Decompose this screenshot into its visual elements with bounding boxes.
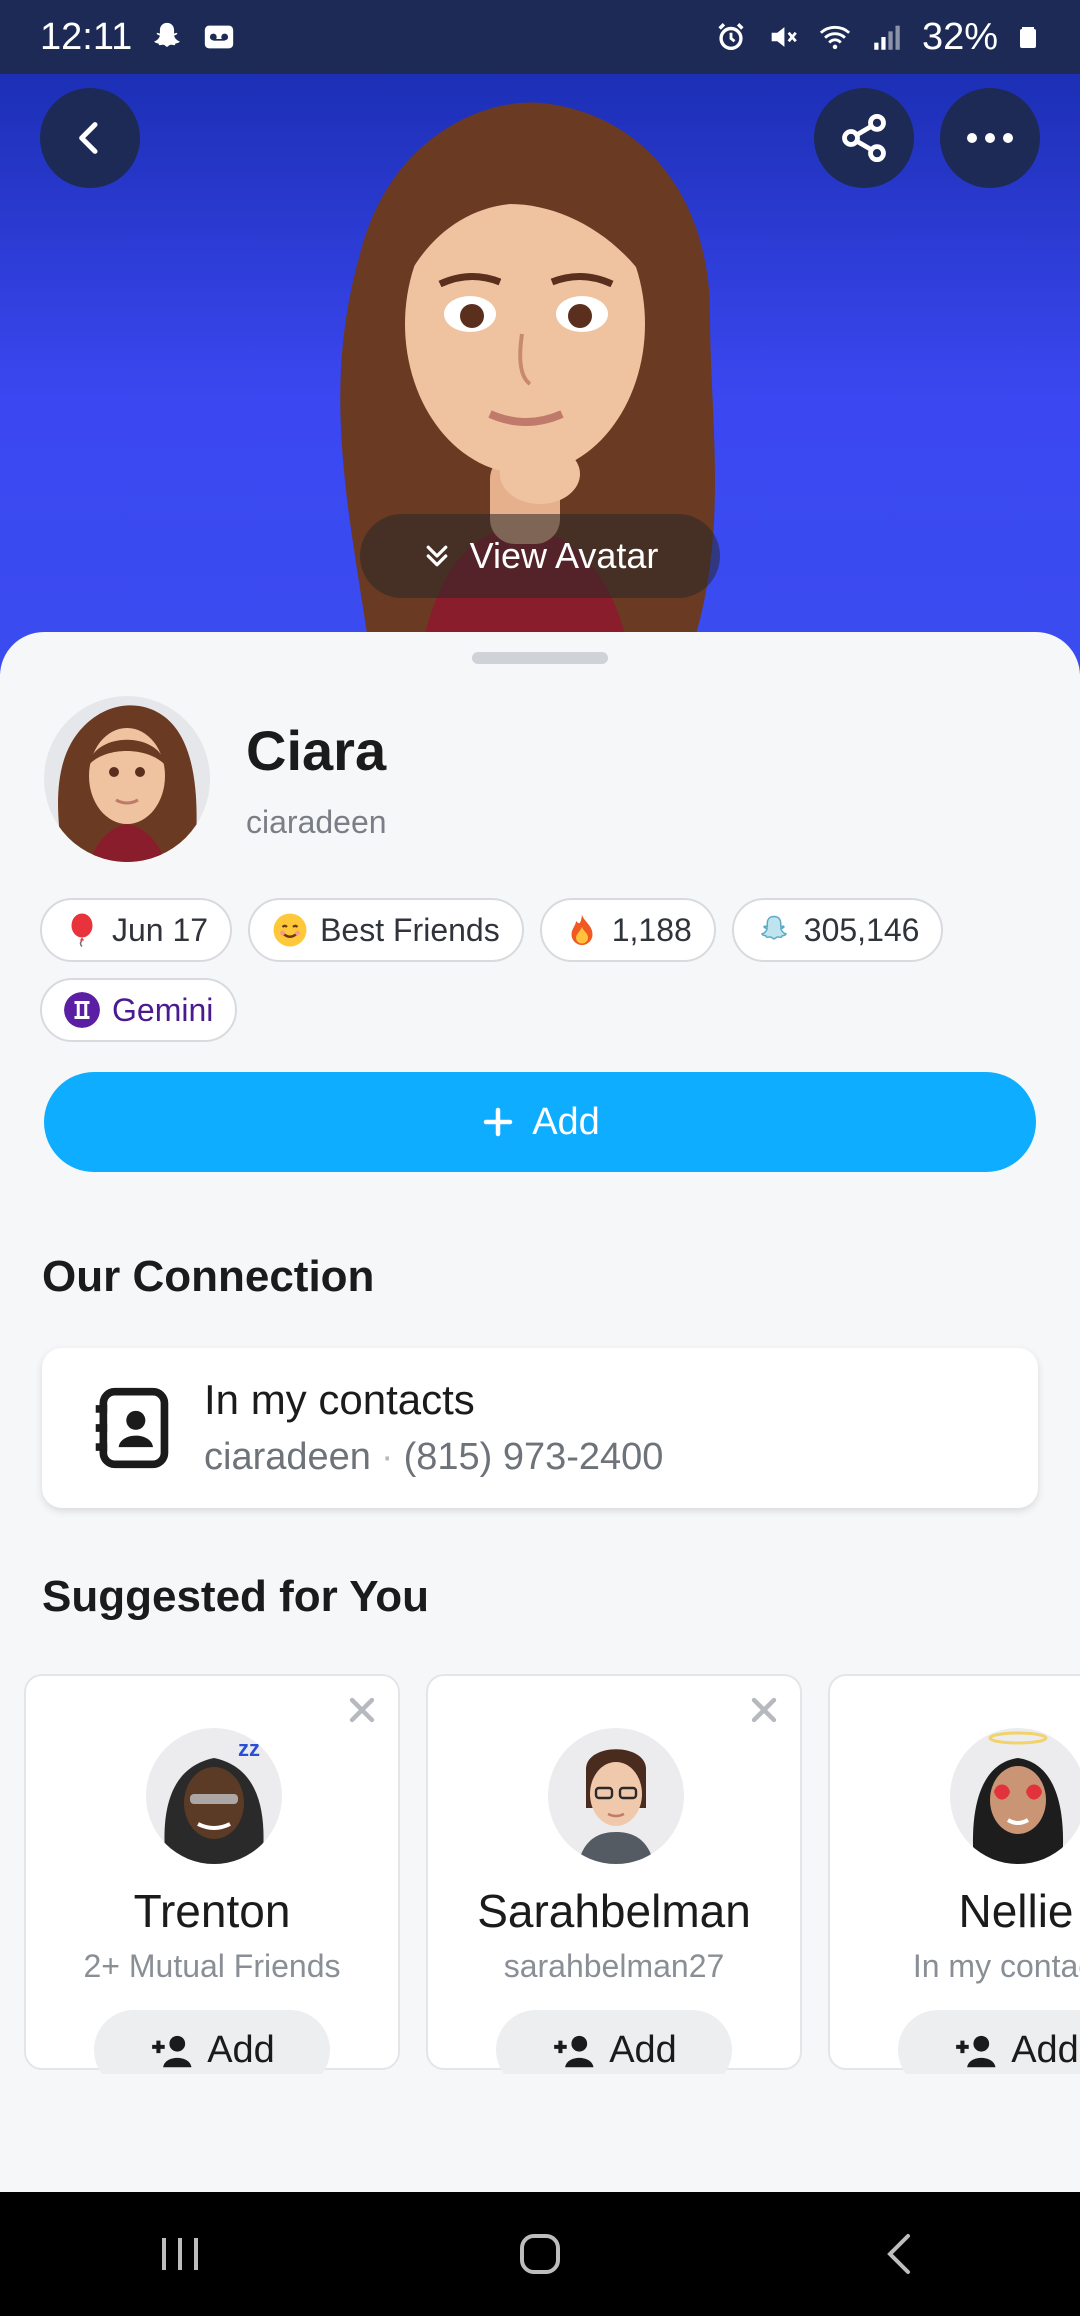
suggestion-name: Nellie <box>958 1885 1074 1937</box>
share-icon <box>842 113 886 163</box>
suggestion-subtitle: 2+ Mutual Friends <box>83 1948 341 1984</box>
home-icon <box>520 2234 560 2274</box>
suggested-heading: Suggested for You <box>42 1572 430 1621</box>
more-options-button[interactable] <box>940 88 1040 188</box>
friendship-chip[interactable]: Best Friends <box>248 898 524 962</box>
friendship-chip-label: Best Friends <box>320 911 500 948</box>
streak-chip-label: 1,188 <box>611 911 692 948</box>
zodiac-chip-label: Gemini <box>112 991 214 1028</box>
profile-sheet: Ciara ciaradeen Jun 17 Best Friends 1,18… <box>0 632 1080 2192</box>
add-friend-icon <box>554 2035 594 2068</box>
more-icon <box>967 133 1013 143</box>
avatar <box>950 1728 1080 1864</box>
contacts-book-icon <box>95 1387 169 1469</box>
share-button[interactable] <box>814 88 914 188</box>
system-back-button[interactable] <box>840 2214 960 2294</box>
profile-name: Ciara <box>246 719 387 782</box>
profile-chips: Jun 17 Best Friends 1,188 305,146 Gemini <box>40 898 1040 1042</box>
gemini-icon <box>64 992 100 1028</box>
system-nav-bar <box>0 2192 1080 2316</box>
add-friend-label: Add <box>532 1100 600 1143</box>
contact-card-subtitle: ciaradeen · (815) 973-2400 <box>204 1436 663 1479</box>
contact-phone: (815) 973-2400 <box>403 1436 664 1478</box>
clock: 12:11 <box>40 15 133 58</box>
birthday-chip[interactable]: Jun 17 <box>40 898 233 962</box>
streak-chip[interactable]: 1,188 <box>539 898 716 962</box>
suggestion-subtitle: sarahbelman27 <box>503 1948 725 1984</box>
dismiss-button[interactable] <box>342 1690 382 1730</box>
battery-icon <box>1020 27 1036 48</box>
back-arrow-icon <box>79 122 98 154</box>
close-icon <box>751 1697 777 1723</box>
suggestion-add-label: Add <box>1011 2028 1079 2071</box>
plus-icon <box>483 1107 513 1137</box>
add-friend-icon <box>152 2035 192 2068</box>
chevron-double-down-icon <box>426 545 447 567</box>
battery-percent: 32% <box>921 15 998 58</box>
separator-dot: · <box>380 1436 394 1478</box>
snapchat-ghost-icon <box>154 22 181 47</box>
suggestion-subtitle: In my contacts <box>912 1948 1080 1984</box>
close-icon <box>349 1697 375 1723</box>
signal-icon <box>874 25 900 50</box>
suggestion-add-button[interactable]: Add <box>496 2010 732 2074</box>
profile-username: ciaradeen <box>246 804 387 840</box>
profile-hero: View Avatar <box>0 74 1080 674</box>
recents-icon <box>162 2238 198 2270</box>
wifi-icon <box>819 25 851 50</box>
suggestion-card[interactable]: Nellie In my contacts Add <box>828 1674 1080 2074</box>
contact-card-title: In my contacts <box>204 1376 475 1423</box>
suggestion-name: Trenton <box>133 1885 291 1937</box>
suggestion-add-button[interactable]: Add <box>94 2010 330 2074</box>
avatar: zz <box>146 1728 282 1864</box>
view-avatar-button[interactable]: View Avatar <box>360 514 720 598</box>
add-friend-icon <box>956 2035 996 2068</box>
contact-card[interactable]: In my contacts ciaradeen · (815) 973-2400 <box>42 1348 1038 1508</box>
alarm-icon <box>718 23 744 51</box>
mute-icon <box>771 27 797 47</box>
svg-text:zz: zz <box>238 1736 260 1761</box>
birthday-chip-label: Jun 17 <box>112 911 209 948</box>
suggested-list: zz Trenton 2+ Mutual Friends Add Sarahbe… <box>24 1674 1080 2074</box>
contact-username: ciaradeen <box>204 1436 371 1478</box>
status-bar: 12:11 32% <box>0 0 1080 74</box>
sheet-handle[interactable] <box>472 652 608 664</box>
snap-score-chip-label: 305,146 <box>803 911 920 948</box>
add-friend-button[interactable]: Add <box>44 1072 1036 1172</box>
suggestion-add-button[interactable]: Add <box>898 2010 1080 2074</box>
suggestion-card[interactable]: zz Trenton 2+ Mutual Friends Add <box>24 1674 400 2074</box>
voicemail-icon <box>205 25 234 49</box>
snap-score-chip[interactable]: 305,146 <box>731 898 944 962</box>
recents-button[interactable] <box>120 2214 240 2294</box>
dismiss-button[interactable] <box>744 1690 784 1730</box>
back-button[interactable] <box>40 88 140 188</box>
suggestion-card[interactable]: Sarahbelman sarahbelman27 Add <box>426 1674 802 2074</box>
view-avatar-label: View Avatar <box>469 535 659 576</box>
back-icon <box>887 2234 910 2274</box>
snap-score-icon <box>760 915 787 940</box>
smile-emoji-icon <box>273 913 307 947</box>
avatar <box>548 1728 684 1864</box>
connection-heading: Our Connection <box>42 1252 375 1301</box>
suggestion-add-label: Add <box>609 2028 677 2071</box>
suggestion-add-label: Add <box>207 2028 275 2071</box>
zodiac-chip[interactable]: Gemini <box>40 978 238 1042</box>
fire-emoji-icon <box>571 915 593 945</box>
home-button[interactable] <box>480 2214 600 2294</box>
balloon-icon <box>71 913 93 948</box>
avatar[interactable] <box>44 696 210 862</box>
suggestion-name: Sarahbelman <box>477 1885 751 1937</box>
